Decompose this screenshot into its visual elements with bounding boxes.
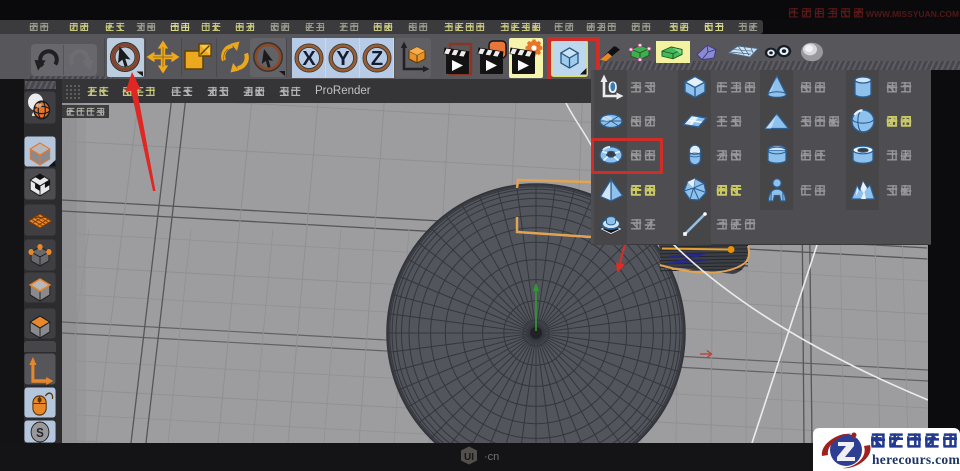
svg-text:·cn: ·cn bbox=[484, 451, 499, 463]
svg-text:Y: Y bbox=[336, 48, 350, 70]
svg-text:Z: Z bbox=[371, 48, 383, 70]
svg-text:S: S bbox=[36, 425, 44, 440]
svg-text:UI: UI bbox=[464, 452, 474, 463]
svg-text:X: X bbox=[302, 48, 316, 70]
